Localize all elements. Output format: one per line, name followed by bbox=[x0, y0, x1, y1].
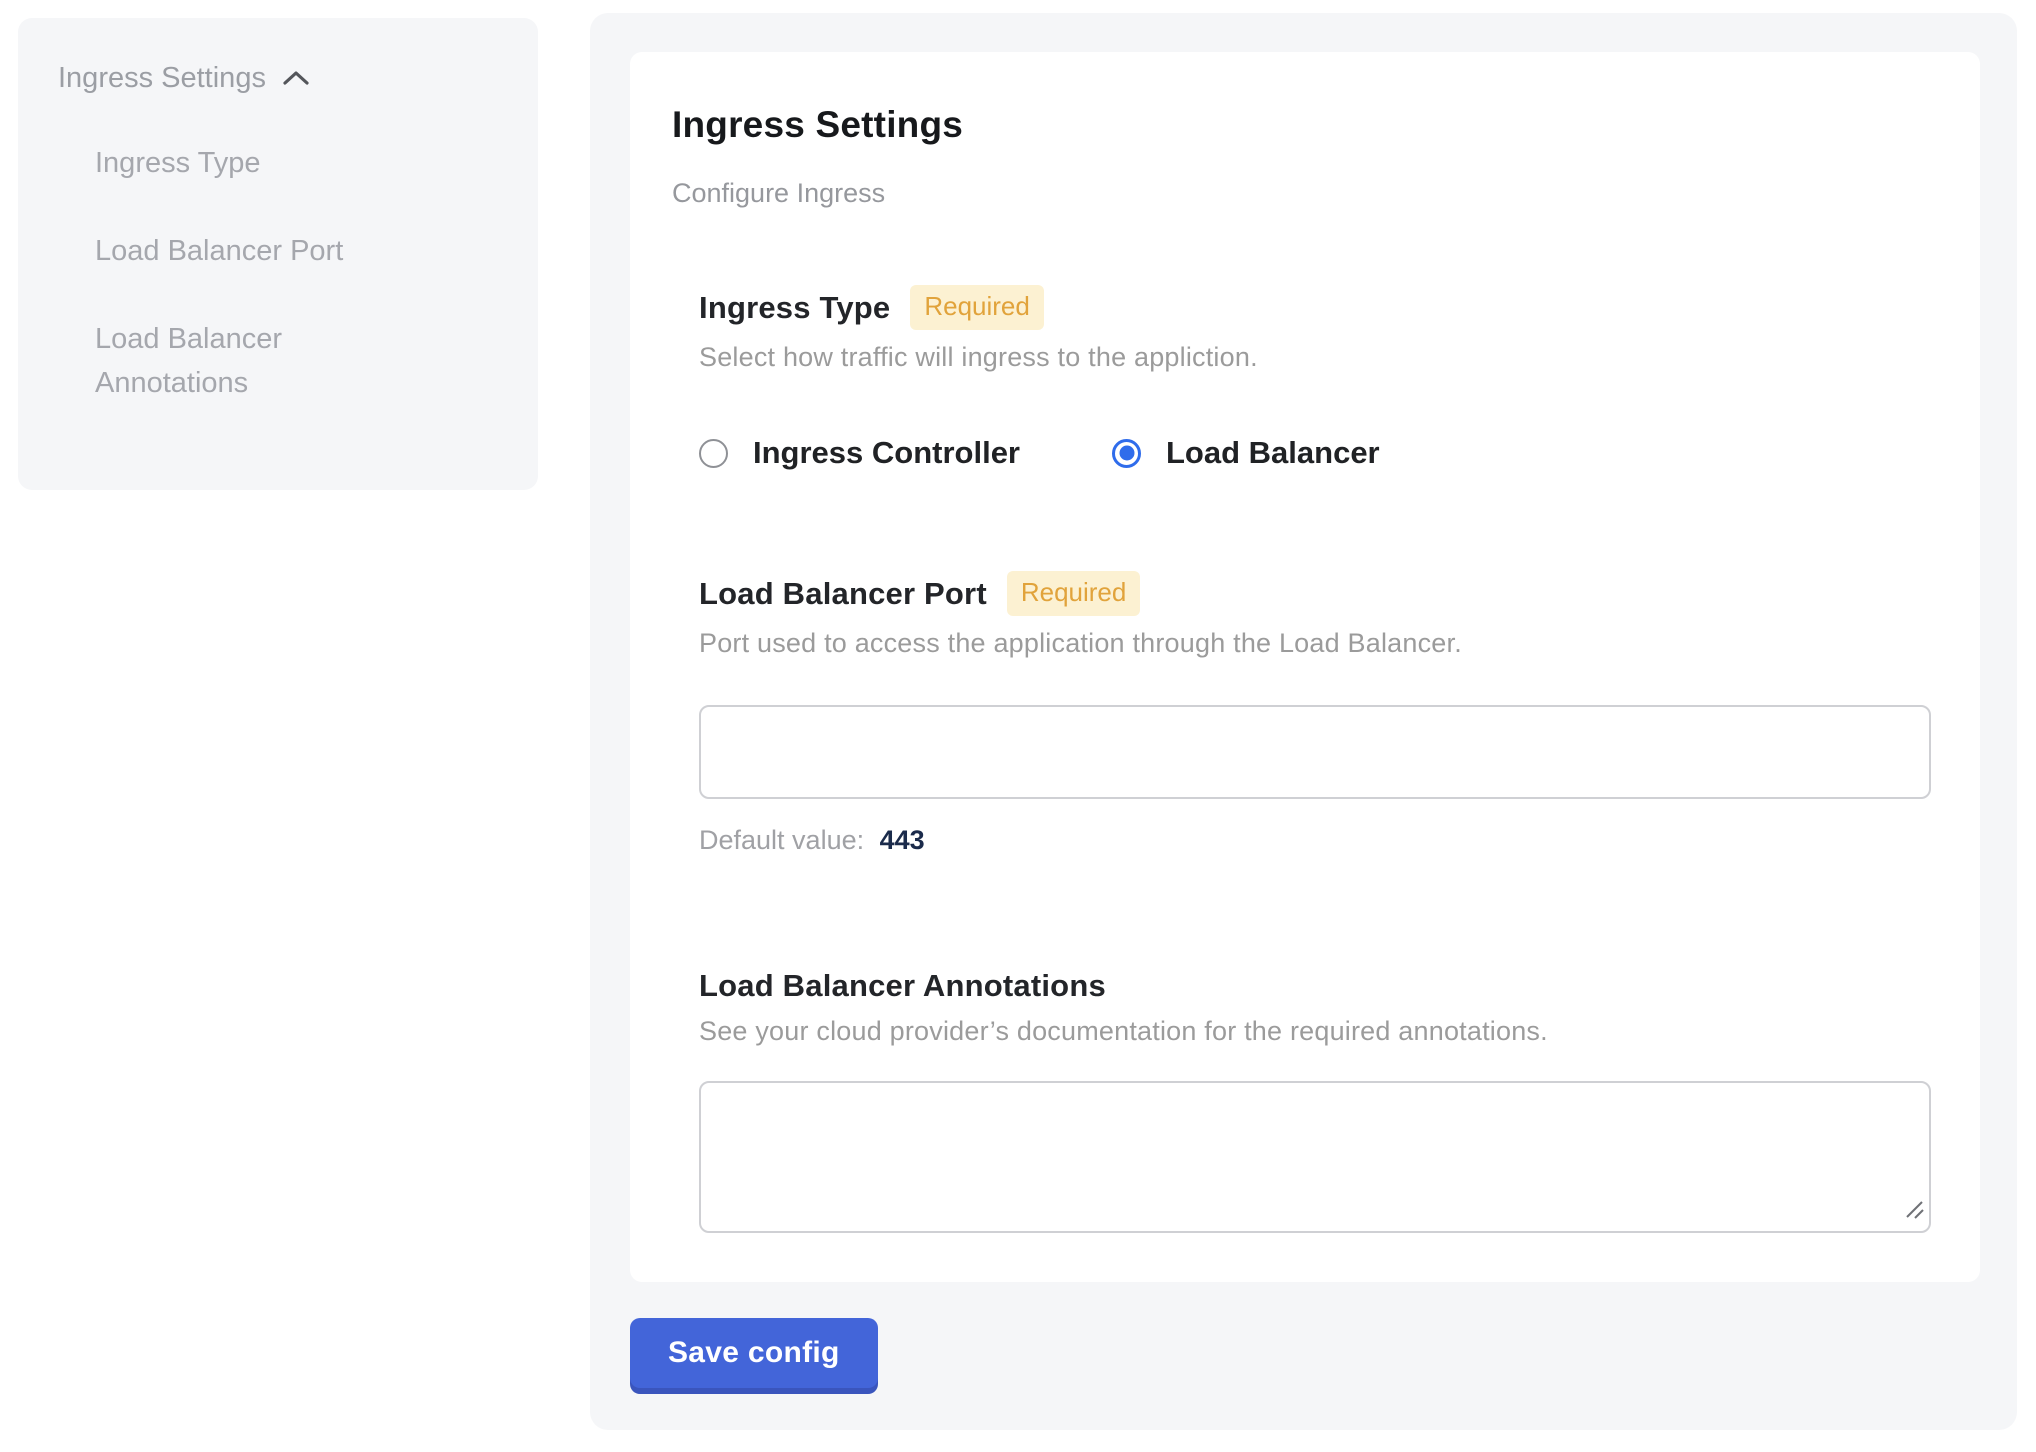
load-balancer-radio-label: Load Balancer bbox=[1166, 435, 1380, 471]
field-ingress-type: Ingress Type Required Select how traffic… bbox=[699, 285, 1938, 471]
sidebar-group-label: Ingress Settings bbox=[58, 62, 266, 95]
load-balancer-port-input[interactable] bbox=[699, 705, 1931, 799]
required-badge: Required bbox=[1007, 571, 1141, 616]
load-balancer-annotations-label: Load Balancer Annotations bbox=[699, 968, 1106, 1004]
page-title: Ingress Settings bbox=[672, 104, 1938, 146]
sidebar-item-load-balancer-annotations[interactable]: Load Balancer Annotations bbox=[95, 317, 395, 405]
chevron-up-icon bbox=[282, 62, 310, 95]
load-balancer-annotations-description: See your cloud provider’s documentation … bbox=[699, 1016, 1938, 1047]
default-value-label: Default value: bbox=[699, 825, 864, 855]
field-load-balancer-port: Load Balancer Port Required Port used to… bbox=[699, 571, 1938, 856]
page-subtitle: Configure Ingress bbox=[672, 178, 1938, 209]
ingress-type-label: Ingress Type bbox=[699, 290, 890, 326]
load-balancer-radio[interactable]: Load Balancer bbox=[1112, 435, 1380, 471]
field-load-balancer-annotations: Load Balancer Annotations See your cloud… bbox=[699, 968, 1938, 1233]
default-value-helper: Default value: 443 bbox=[699, 825, 1938, 856]
load-balancer-port-label: Load Balancer Port bbox=[699, 576, 987, 612]
ingress-type-description: Select how traffic will ingress to the a… bbox=[699, 342, 1938, 373]
sidebar-item-load-balancer-port[interactable]: Load Balancer Port bbox=[95, 229, 395, 273]
radio-selected-icon bbox=[1112, 439, 1141, 468]
sidebar-group-ingress-settings[interactable]: Ingress Settings bbox=[18, 18, 538, 95]
ingress-controller-radio[interactable]: Ingress Controller bbox=[699, 435, 1020, 471]
load-balancer-port-description: Port used to access the application thro… bbox=[699, 628, 1938, 659]
radio-unselected-icon bbox=[699, 439, 728, 468]
sidebar-item-ingress-type[interactable]: Ingress Type bbox=[95, 141, 395, 185]
load-balancer-annotations-textarea[interactable] bbox=[699, 1081, 1931, 1233]
required-badge: Required bbox=[910, 285, 1044, 330]
save-config-button[interactable]: Save config bbox=[630, 1318, 878, 1388]
sidebar-item-list: Ingress Type Load Balancer Port Load Bal… bbox=[18, 141, 538, 405]
main-panel: Ingress Settings Configure Ingress Ingre… bbox=[590, 13, 2017, 1430]
ingress-settings-card: Ingress Settings Configure Ingress Ingre… bbox=[630, 52, 1980, 1282]
ingress-type-radio-group: Ingress Controller Load Balancer bbox=[699, 435, 1938, 471]
settings-sidebar: Ingress Settings Ingress Type Load Balan… bbox=[18, 18, 538, 490]
ingress-controller-radio-label: Ingress Controller bbox=[753, 435, 1020, 471]
default-value: 443 bbox=[880, 825, 925, 855]
